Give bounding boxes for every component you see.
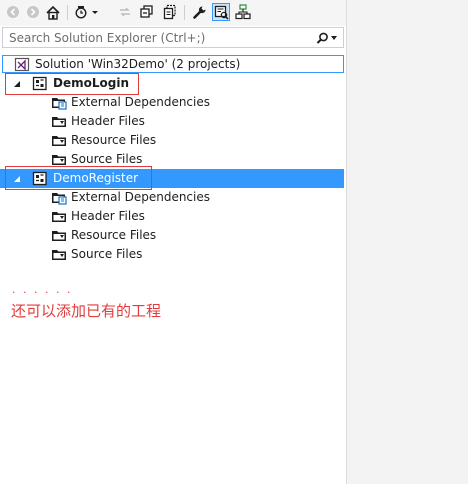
filter-folder-icon — [52, 231, 66, 241]
folder-node[interactable]: Resource Files — [0, 226, 344, 245]
external-dependencies-icon — [52, 98, 67, 110]
properties-wrench-icon[interactable] — [190, 3, 208, 21]
solution-explorer-panel: Search Solution Explorer (Ctrl+;) Soluti… — [0, 0, 346, 484]
pending-changes-filter-icon[interactable] — [72, 3, 102, 21]
folder-label: Header Files — [71, 209, 145, 223]
folder-node[interactable]: Header Files — [0, 207, 344, 226]
chevron-down-icon — [331, 36, 337, 40]
folder-node[interactable]: External Dependencies — [0, 188, 344, 207]
toolbar — [0, 0, 346, 26]
highlight-box-demologin — [5, 73, 139, 95]
solution-label: Solution 'Win32Demo' (2 projects) — [35, 57, 241, 71]
filter-folder-icon — [52, 212, 66, 222]
back-icon[interactable] — [4, 3, 22, 21]
filter-folder-icon — [52, 250, 66, 260]
background-area — [346, 0, 468, 484]
filter-folder-icon — [52, 136, 66, 146]
collapse-all-icon[interactable] — [138, 3, 156, 21]
search-icon — [316, 32, 328, 44]
folder-node[interactable]: Header Files — [0, 112, 344, 131]
forward-icon[interactable] — [24, 3, 42, 21]
folder-node[interactable]: Resource Files — [0, 131, 344, 150]
filter-folder-icon — [52, 117, 66, 127]
folder-label: Source Files — [71, 152, 143, 166]
show-all-files-icon[interactable] — [161, 3, 179, 21]
search-box[interactable]: Search Solution Explorer (Ctrl+;) — [2, 27, 344, 48]
folder-label: Header Files — [71, 114, 145, 128]
folder-label: External Dependencies — [71, 190, 211, 204]
annotation-dots: . . . . . . — [12, 283, 73, 296]
filter-folder-icon — [52, 155, 66, 165]
home-icon[interactable] — [44, 3, 62, 21]
search-input[interactable]: Search Solution Explorer (Ctrl+;) — [9, 31, 205, 45]
folder-label: External Dependencies — [71, 95, 211, 109]
folder-label: Source Files — [71, 247, 143, 261]
class-diagram-icon[interactable] — [234, 3, 252, 21]
solution-icon — [14, 57, 30, 72]
folder-label: Resource Files — [71, 133, 157, 147]
annotation-text: 还可以添加已有的工程 — [11, 302, 162, 320]
folder-node[interactable]: External Dependencies — [0, 93, 344, 112]
highlight-box-demoregister — [5, 166, 152, 190]
folder-label: Resource Files — [71, 228, 157, 242]
folder-node[interactable]: Source Files — [0, 245, 344, 264]
solution-node[interactable]: Solution 'Win32Demo' (2 projects) — [2, 55, 344, 73]
preview-selected-items-icon[interactable] — [212, 3, 230, 21]
external-dependencies-icon — [52, 193, 67, 205]
sync-icon[interactable] — [116, 3, 134, 21]
search-options-button[interactable] — [313, 30, 337, 46]
